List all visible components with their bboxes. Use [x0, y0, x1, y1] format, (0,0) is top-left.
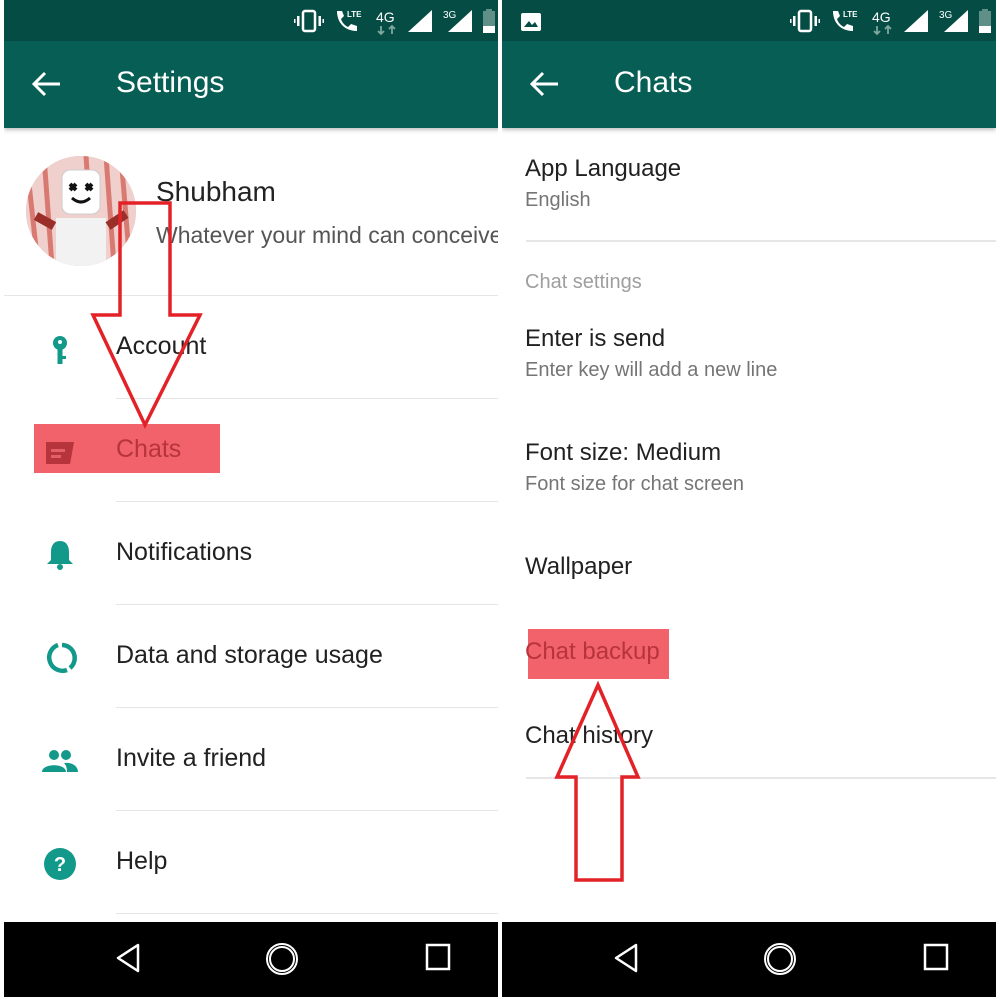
pref-title: Wallpaper — [525, 553, 633, 580]
lte-label: LTE — [843, 10, 858, 19]
settings-item-label: Help — [116, 847, 168, 875]
app-bar: Chats — [502, 41, 996, 128]
navigation-bar — [502, 922, 996, 997]
3g-signal-icon: 3G — [939, 10, 968, 32]
chat-icon — [46, 442, 74, 464]
status-icons: LTE 4G 3G — [290, 8, 500, 36]
settings-item-label: Data and storage usage — [116, 641, 383, 669]
app-bar: Settings — [4, 41, 500, 128]
divider — [526, 777, 996, 779]
status-bar: LTE 4G 3G — [502, 0, 996, 41]
pref-title: Font size: Medium — [525, 439, 722, 466]
4g-label: 4G — [376, 9, 395, 25]
avatar-image — [26, 156, 136, 266]
battery-icon — [979, 9, 991, 33]
lte-call-icon: LTE — [833, 10, 858, 31]
pref-summary: Font size for chat screen — [525, 473, 744, 495]
pref-chat-backup[interactable]: Chat backup — [525, 638, 660, 666]
back-nav-icon[interactable] — [114, 941, 144, 975]
pref-title: Enter is send — [525, 325, 666, 352]
signal-icon — [408, 10, 432, 32]
pref-wallpaper[interactable]: Wallpaper — [525, 553, 632, 581]
home-nav-icon[interactable] — [762, 941, 798, 977]
settings-item-data-storage[interactable]: Data and storage usage — [4, 605, 500, 708]
pref-app-language[interactable]: App Language English — [525, 155, 681, 212]
pref-font-size[interactable]: Font size: Medium Font size for chat scr… — [525, 439, 744, 496]
vibrate-icon — [294, 9, 324, 33]
svg-text:?: ? — [54, 854, 66, 876]
lte-label: LTE — [347, 10, 362, 19]
people-icon — [42, 750, 78, 772]
status-bar: LTE 4G 3G — [4, 0, 500, 41]
settings-item-label: Notifications — [116, 538, 253, 566]
pref-title: Chat history — [525, 722, 654, 749]
settings-item-account[interactable]: Account — [4, 296, 500, 399]
4g-label: 4G — [872, 9, 891, 25]
settings-item-label: Invite a friend — [116, 744, 267, 772]
pref-summary: English — [525, 189, 591, 211]
status-icons: LTE 4G 3G — [786, 8, 996, 36]
recents-nav-icon[interactable] — [424, 941, 452, 973]
settings-item-notifications[interactable]: Notifications — [4, 502, 500, 605]
data-usage-icon — [47, 642, 77, 673]
profile-name: Shubham — [156, 176, 276, 207]
settings-item-chats[interactable]: Chats — [4, 399, 500, 502]
3g-label: 3G — [939, 10, 953, 21]
key-icon — [53, 336, 67, 364]
bell-icon — [47, 541, 73, 570]
settings-item-help[interactable]: ? Help — [4, 811, 500, 914]
pref-summary: Enter key will add a new line — [525, 359, 778, 381]
4g-icon: 4G — [872, 9, 892, 36]
home-nav-icon[interactable] — [264, 941, 300, 977]
avatar[interactable] — [26, 156, 136, 266]
pref-chat-history[interactable]: Chat history — [525, 722, 653, 750]
page-title: Chats — [614, 66, 693, 99]
pref-enter-is-send[interactable]: Enter is send Enter key will add a new l… — [525, 325, 777, 382]
recents-nav-icon[interactable] — [922, 941, 950, 973]
back-arrow-icon[interactable] — [30, 69, 64, 99]
4g-icon: 4G — [376, 9, 396, 36]
page-title: Settings — [116, 66, 225, 99]
vibrate-icon — [790, 9, 820, 33]
settings-item-label: Account — [116, 332, 207, 360]
back-nav-icon[interactable] — [612, 941, 642, 975]
navigation-bar — [4, 922, 500, 997]
3g-label: 3G — [443, 10, 457, 21]
3g-signal-icon: 3G — [443, 10, 472, 32]
annotation-arrow-up — [554, 680, 641, 882]
image-notification-icon — [521, 13, 541, 31]
divider — [526, 240, 996, 242]
settings-item-label: Chats — [116, 435, 182, 463]
back-arrow-icon[interactable] — [528, 69, 562, 99]
battery-icon — [483, 9, 495, 33]
lte-call-icon: LTE — [337, 10, 362, 31]
settings-item-invite[interactable]: Invite a friend — [4, 708, 500, 811]
help-icon: ? — [44, 848, 76, 880]
chats-settings-screen: LTE 4G 3G Chats App Language English Cha… — [502, 0, 996, 1000]
divider — [116, 913, 500, 914]
settings-screen: LTE 4G 3G Settings Shubham Whatever your… — [4, 0, 500, 1000]
signal-icon — [904, 10, 928, 32]
pref-title: Chat backup — [525, 638, 660, 665]
section-header: Chat settings — [525, 271, 642, 293]
profile-row[interactable]: Shubham Whatever your mind can conceive — [4, 128, 500, 295]
profile-status: Whatever your mind can conceive — [156, 222, 500, 248]
pref-title: App Language — [525, 155, 682, 182]
